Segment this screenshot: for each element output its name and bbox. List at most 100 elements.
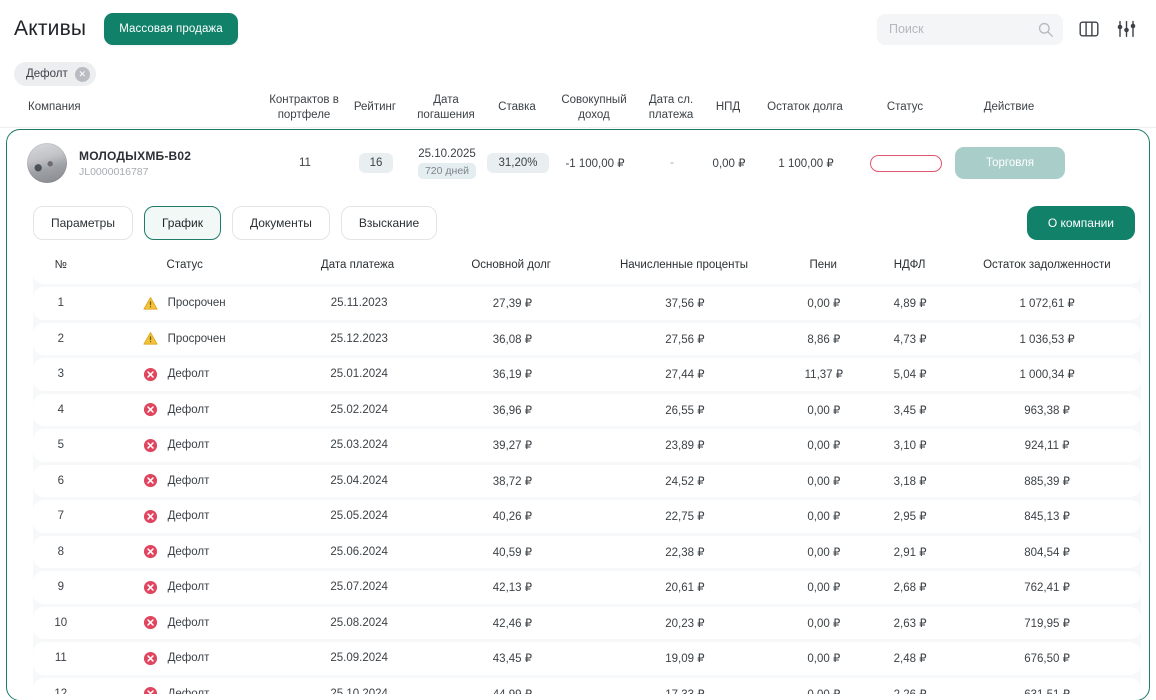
schedule-cell-status: Просрочен	[89, 331, 283, 346]
table-row[interactable]: 9 Дефолт 25.07.2024 42,13 ₽ 20,61 ₽ 0,00 ₽ 2…	[33, 571, 1141, 604]
company-name: МОЛОДЫХМБ-В02	[79, 148, 192, 163]
error-circle-icon	[143, 438, 159, 453]
schedule-column-fine: Пени	[809, 259, 837, 271]
schedule-cell-status: Дефолт	[89, 367, 283, 382]
schedule-cell-fine: 0,00 ₽	[807, 404, 841, 417]
column-header-next-date[interactable]: Дата сл. платежа	[640, 93, 702, 122]
schedule-column-date: Дата платежа	[320, 259, 395, 271]
asset-company-cell: МОЛОДЫХМБ-В02 JL0000016787	[15, 143, 265, 183]
table-row[interactable]: 6 Дефолт 25.04.2024 38,72 ₽ 24,52 ₽ 0,00 ₽ 3…	[33, 464, 1141, 497]
filter-chip-default[interactable]: Дефолт ✕	[14, 62, 96, 86]
search-box[interactable]	[877, 13, 1063, 45]
schedule-cell-interest: 20,23 ₽	[665, 617, 705, 630]
error-circle-icon	[143, 509, 159, 524]
schedule-status-label: Дефолт	[167, 510, 210, 523]
schedule-cell-date: 25.12.2023	[330, 332, 388, 345]
error-circle-icon	[143, 402, 159, 417]
schedule-status-label: Дефолт	[167, 581, 210, 594]
schedule-cell-ndfl: 4,89 ₽	[893, 298, 927, 311]
schedule-cell-ndfl: 2,26 ₽	[867, 687, 953, 694]
schedule-cell-fine: 0,00 ₽	[807, 440, 841, 453]
schedule-column-ndfl: НДФЛ	[893, 259, 926, 271]
schedule-cell-interest: 17,33 ₽	[589, 687, 781, 694]
schedule-cell-rest: 631,51 ₽	[953, 687, 1141, 694]
columns-icon[interactable]	[1077, 18, 1101, 40]
schedule-cell-ndfl: 2,63 ₽	[893, 617, 927, 630]
schedule-cell-principal: 36,19 ₽	[492, 369, 533, 382]
about-company-button[interactable]: О компании	[1026, 206, 1135, 240]
schedule-cell-number: 9	[57, 581, 64, 594]
error-circle-icon	[143, 367, 159, 382]
asset-status-cell	[857, 154, 955, 172]
tab-collection[interactable]: Взыскание	[340, 206, 438, 240]
column-header-action: Действие	[983, 101, 1035, 114]
schedule-cell-fine: 0,00 ₽	[807, 546, 841, 559]
asset-total-income: -1 100,00 ₽	[565, 158, 625, 170]
schedule-cell-date: 25.06.2024	[330, 545, 388, 558]
warning-icon	[143, 331, 159, 346]
schedule-cell-fine: 0,00 ₽	[807, 582, 841, 595]
maturity-days-badge: 720 дней	[417, 162, 477, 179]
bulk-sale-button[interactable]: Массовая продажа	[104, 13, 238, 45]
trade-button[interactable]: Торговля	[955, 147, 1065, 179]
table-row[interactable]: 7 Дефолт 25.05.2024 40,26 ₽ 22,75 ₽ 0,00 ₽ 2…	[33, 500, 1141, 533]
schedule-cell-ndfl: 3,45 ₽	[893, 404, 927, 417]
sliders-icon[interactable]	[1115, 18, 1138, 40]
asset-detail-page: Активы Массовая продажа Поиск Дефолт ✕ К…	[0, 0, 1156, 700]
status-badge	[870, 154, 942, 172]
top-bar-actions	[877, 13, 1138, 45]
asset-summary-row[interactable]: МОЛОДЫХМБ-В02 JL0000016787 11 16 25.10.2…	[7, 130, 1149, 196]
tab-documents[interactable]: Документы	[231, 206, 330, 240]
schedule-cell-status: Дефолт	[89, 544, 283, 559]
column-header-contracts[interactable]: Контрактов в портфеле	[264, 93, 344, 122]
schedule-cell-date: 25.11.2023	[330, 297, 388, 310]
table-row[interactable]: 1 Просрочен 25.11.2023 27,39 ₽ 37,56 ₽ 0,00…	[33, 287, 1141, 320]
schedule-cell-fine: 0,00 ₽	[807, 511, 841, 524]
column-header-maturity[interactable]: Дата погашения	[406, 93, 486, 122]
schedule-column-rest: Остаток задолженности	[983, 259, 1111, 271]
schedule-cell-principal: 44,99 ₽	[436, 687, 589, 694]
column-header-company[interactable]: Компания	[14, 100, 264, 114]
table-row[interactable]: 2 Просрочен 25.12.2023 36,08 ₽ 27,56 ₽ 8,86…	[33, 322, 1141, 355]
tab-parameters[interactable]: Параметры	[33, 206, 133, 240]
error-circle-icon	[143, 615, 159, 630]
schedule-cell-rest: 719,95 ₽	[1024, 617, 1070, 630]
column-header-rating[interactable]: Рейтинг	[344, 100, 406, 114]
schedule-cell-number: 3	[57, 368, 64, 381]
search-input[interactable]	[877, 13, 1063, 45]
filter-chip-label: Дефолт	[26, 68, 68, 80]
schedule-cell-status: Дефолт	[89, 473, 283, 488]
schedule-cell-ndfl: 3,10 ₽	[893, 440, 927, 453]
table-row[interactable]: 5 Дефолт 25.03.2024 39,27 ₽ 23,89 ₽ 0,00 ₽ 3…	[33, 429, 1141, 462]
column-header-npd[interactable]: НПД	[702, 100, 754, 114]
schedule-cell-rest: 1 000,34 ₽	[1019, 369, 1075, 382]
schedule-cell-interest: 22,38 ₽	[665, 546, 705, 559]
column-header-status[interactable]: Статус	[856, 100, 954, 114]
table-row[interactable]: 12 Дефолт 25.10.2024 44,99 ₽17,33 ₽0,00 ₽…	[33, 677, 1141, 694]
table-row[interactable]: 10 Дефолт 25.08.2024 42,46 ₽ 20,23 ₽ 0,00 ₽…	[33, 606, 1141, 639]
schedule-cell-rest: 1 072,61 ₽	[1019, 298, 1075, 311]
schedule-cell-date: 25.08.2024	[330, 616, 388, 629]
table-row[interactable]: 3 Дефолт 25.01.2024 36,19 ₽ 27,44 ₽ 11,37 ₽…	[33, 358, 1141, 391]
schedule-cell-principal: 27,39 ₽	[492, 298, 533, 311]
schedule-cell-date: 25.02.2024	[330, 403, 388, 416]
table-row[interactable]: 4 Дефолт 25.02.2024 36,96 ₽ 26,55 ₽ 0,00 ₽ 3…	[33, 393, 1141, 426]
schedule-cell-rest: 804,54 ₽	[1024, 546, 1070, 559]
schedule-column-number: №	[54, 259, 68, 271]
schedule-cell-fine: 0,00 ₽	[807, 475, 841, 488]
schedule-cell-date: 25.09.2024	[330, 652, 388, 665]
table-row[interactable]: 11 Дефолт 25.09.2024 43,45 ₽ 19,09 ₽ 0,00 ₽…	[33, 642, 1141, 675]
schedule-cell-date: 25.04.2024	[330, 474, 388, 487]
schedule-cell-ndfl: 2,95 ₽	[893, 511, 927, 524]
table-row[interactable]: 8 Дефолт 25.06.2024 40,59 ₽ 22,38 ₽ 0,00 ₽ 2…	[33, 535, 1141, 568]
schedule-status-label: Просрочен	[167, 332, 226, 345]
schedule-status-label: Дефолт	[167, 403, 210, 416]
column-header-debt[interactable]: Остаток долга	[754, 100, 856, 114]
tab-schedule[interactable]: График	[143, 206, 221, 240]
schedule-cell-number: 5	[57, 439, 64, 452]
error-circle-icon	[143, 686, 159, 694]
close-icon[interactable]: ✕	[74, 66, 90, 82]
column-header-income[interactable]: Совокупный доход	[548, 93, 640, 122]
asset-rating-cell: 16	[345, 153, 407, 173]
column-header-rate[interactable]: Ставка	[486, 100, 548, 114]
